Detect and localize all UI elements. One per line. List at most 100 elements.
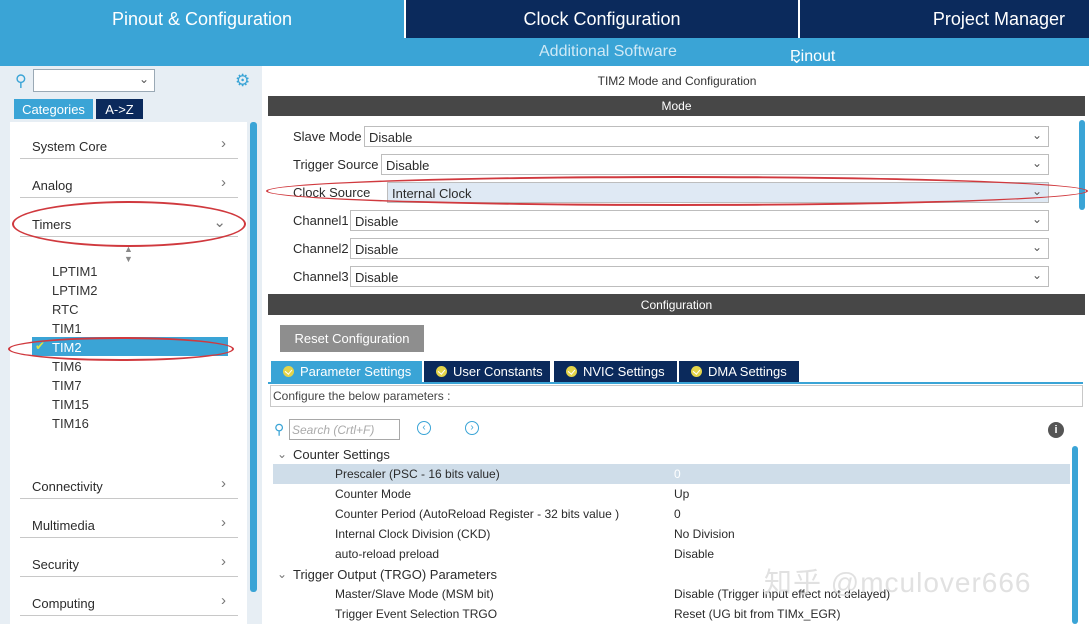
highlight-ellipse-timers [12, 201, 246, 247]
param-value[interactable]: 0 [674, 467, 681, 481]
chevron-down-icon: ⌄ [1031, 128, 1042, 142]
param-row-prescaler[interactable]: Prescaler (PSC - 16 bits value) 0 [273, 464, 1070, 484]
group-label: Trigger Output (TRGO) Parameters [293, 567, 497, 582]
category-label: Multimedia [32, 518, 95, 533]
param-row-trgo-selection[interactable]: Trigger Event Selection TRGO Reset (UG bi… [273, 604, 1070, 624]
param-value[interactable]: Reset (UG bit from TIMx_EGR) [674, 607, 840, 621]
tab-label: Parameter Settings [300, 364, 412, 379]
tab-clock-configuration[interactable]: Clock Configuration [406, 0, 798, 38]
category-security[interactable]: Security › [20, 547, 238, 577]
tab-label: Project Manager [932, 8, 1065, 29]
mode-row-channel3: Channel3 Disable ⌄ [293, 266, 1049, 287]
timer-item-lptim1[interactable]: LPTIM1 [52, 264, 98, 279]
param-row-counter-period[interactable]: Counter Period (AutoReload Register - 32… [273, 504, 1070, 524]
param-key: Master/Slave Mode (MSM bit) [335, 587, 494, 601]
tab-parameter-settings[interactable]: Parameter Settings [271, 361, 422, 382]
chevron-right-icon: › [221, 135, 226, 152]
chevron-down-icon: ⌄ [1031, 268, 1042, 282]
tab-user-constants[interactable]: User Constants [424, 361, 550, 382]
timer-item-lptim2[interactable]: LPTIM2 [52, 283, 98, 298]
timer-item-tim1[interactable]: TIM1 [52, 321, 82, 336]
tab-pinout-configuration[interactable]: Pinout & Configuration [0, 0, 404, 38]
channel1-select[interactable]: Disable ⌄ [350, 210, 1049, 231]
parameter-scrollbar[interactable] [1072, 446, 1078, 624]
select-value: Disable [355, 242, 399, 257]
category-multimedia[interactable]: Multimedia › [20, 508, 238, 538]
trigger-source-select[interactable]: Disable ⌄ [381, 154, 1049, 175]
param-row-counter-mode[interactable]: Counter Mode Up [273, 484, 1070, 504]
slave-mode-select[interactable]: Disable ⌄ [364, 126, 1049, 147]
left-scrollbar[interactable] [250, 122, 257, 592]
param-row-clock-division[interactable]: Internal Clock Division (CKD) No Division [273, 524, 1070, 544]
tab-label: DMA Settings [708, 364, 787, 379]
mode-header: Mode [268, 96, 1085, 116]
timer-item-tim7[interactable]: TIM7 [52, 378, 82, 393]
param-key: Counter Period (AutoReload Register - 32… [335, 507, 620, 521]
category-search-combo[interactable]: ⌄ [33, 69, 155, 92]
param-key: Trigger Event Selection TRGO [335, 607, 498, 621]
channel3-select[interactable]: Disable ⌄ [350, 266, 1049, 287]
gear-icon[interactable]: ⚙ [235, 71, 250, 91]
tab-label: Pinout & Configuration [111, 8, 293, 29]
previous-icon[interactable]: ‹ [417, 421, 431, 435]
highlight-ellipse-clock-source [266, 176, 1088, 206]
chevron-right-icon: › [221, 553, 226, 570]
parameter-search-input[interactable]: Search (Crtl+F) [289, 419, 400, 440]
chevron-right-icon: › [221, 475, 226, 492]
sub-menu-bar: Additional Software ⌄ Pinout [0, 38, 1089, 67]
category-system-core[interactable]: System Core › [20, 129, 238, 159]
reset-configuration-button[interactable]: Reset Configuration [280, 325, 424, 352]
info-icon[interactable]: i [1048, 422, 1064, 438]
param-value[interactable]: Up [674, 487, 689, 501]
tab-nvic-settings[interactable]: NVIC Settings [554, 361, 677, 382]
timer-item-tim16[interactable]: TIM16 [52, 416, 89, 431]
mode-row-channel2: Channel2 Disable ⌄ [293, 238, 1049, 259]
tab-label: User Constants [453, 364, 543, 379]
category-analog[interactable]: Analog › [20, 168, 238, 198]
param-key: Internal Clock Division (CKD) [335, 527, 491, 541]
tab-a-z[interactable]: A->Z [96, 99, 143, 119]
configuration-header: Configuration [268, 294, 1085, 315]
tab-label: Categories [22, 101, 85, 117]
param-value[interactable]: Disable [674, 547, 714, 561]
chevron-down-icon: ⌄ [1031, 240, 1042, 254]
mode-row-slave-mode: Slave Mode Disable ⌄ [293, 126, 1049, 147]
chevron-right-icon: › [221, 174, 226, 191]
chevron-down-icon: ⌄ [138, 72, 149, 86]
next-icon[interactable]: › [465, 421, 479, 435]
tab-label: A->Z [105, 101, 134, 117]
category-label: Analog [32, 178, 73, 193]
timer-item-tim15[interactable]: TIM15 [52, 397, 89, 412]
timer-item-tim6[interactable]: TIM6 [52, 359, 82, 374]
mode-scrollbar[interactable] [1079, 120, 1085, 210]
select-value: Disable [386, 158, 430, 173]
check-circle-icon [566, 366, 577, 377]
category-connectivity[interactable]: Connectivity › [20, 469, 238, 499]
pinout-menu-label: Pinout [790, 48, 836, 65]
mode-label: Slave Mode [293, 129, 362, 144]
select-value: Disable [355, 270, 399, 285]
mode-label: Trigger Source [293, 157, 379, 172]
tab-project-manager[interactable]: Project Manager [800, 0, 1089, 38]
highlight-ellipse-tim2 [8, 337, 234, 361]
category-label: Computing [32, 596, 95, 611]
category-computing[interactable]: Computing › [20, 586, 238, 616]
watermark: 知乎 @mculover666 [764, 567, 1032, 598]
additional-software-menu[interactable]: Additional Software [539, 43, 677, 61]
param-value[interactable]: 0 [674, 507, 681, 521]
chevron-down-icon: ⌄ [1031, 212, 1042, 226]
group-counter-settings[interactable]: ⌄ Counter Settings [273, 444, 1070, 464]
channel2-select[interactable]: Disable ⌄ [350, 238, 1049, 259]
search-icon: ⚲ [274, 421, 285, 437]
search-icon: ⚲ [15, 73, 27, 90]
check-circle-icon [283, 366, 294, 377]
tab-categories[interactable]: Categories [14, 99, 93, 119]
tab-dma-settings[interactable]: DMA Settings [679, 361, 799, 382]
chevron-down-icon: ⌄ [1031, 156, 1042, 170]
param-value[interactable]: No Division [674, 527, 735, 541]
panel-title: TIM2 Mode and Configuration [597, 74, 757, 88]
check-circle-icon [691, 366, 702, 377]
configure-hint: Configure the below parameters : [270, 385, 1083, 407]
timer-item-rtc[interactable]: RTC [52, 302, 78, 317]
category-label: Security [32, 557, 79, 572]
